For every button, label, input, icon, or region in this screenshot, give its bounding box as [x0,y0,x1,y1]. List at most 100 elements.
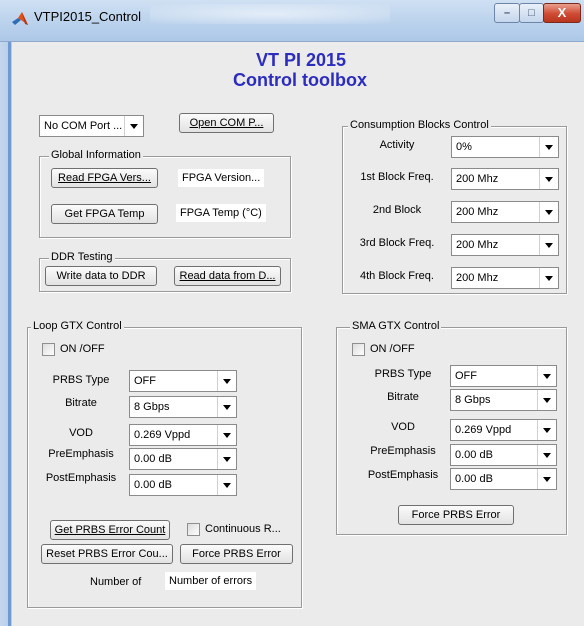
number-of-errors-readout: Number of errors [165,572,257,590]
chevron-down-icon [537,390,556,410]
loop-force-prbs-error-button[interactable]: Force PRBS Error [180,544,293,564]
com-port-select[interactable]: No COM Port ... [39,115,144,137]
sma-gtx-title: SMA GTX Control [350,320,442,332]
loop-bitrate-label: Bitrate [65,397,97,409]
chevron-down-icon [537,366,556,386]
matlab-logo-icon [11,10,29,28]
sma-force-prbs-error-label: Force PRBS Error [411,509,501,521]
sma-prbs-type-label: PRBS Type [374,368,432,380]
loop-vod-value: 0.269 Vppd [134,429,191,441]
block3-freq-label: 3rd Block Freq. [359,237,435,249]
loop-postemphasis-label: PostEmphasis [45,472,117,484]
chevron-down-icon [537,420,556,440]
chevron-down-icon [539,268,558,288]
sma-gtx-onoff-checkbox[interactable] [352,343,365,356]
chevron-down-icon [217,475,236,495]
loop-gtx-onoff-checkbox[interactable] [42,343,55,356]
sma-preemphasis-value: 0.00 dB [455,449,493,461]
sma-vod-value: 0.269 Vppd [455,424,512,436]
loop-force-prbs-error-label: Force PRBS Error [192,548,281,560]
block1-freq-label: 1st Block Freq. [360,171,434,183]
read-fpga-version-button[interactable]: Read FPGA Vers... [51,168,158,188]
minimize-button[interactable]: – [494,3,520,23]
loop-postemphasis-value: 0.00 dB [134,479,172,491]
write-ddr-button[interactable]: Write data to DDR [45,266,157,286]
block3-freq-select[interactable]: 200 Mhz [451,234,559,256]
sma-vod-select[interactable]: 0.269 Vppd [450,419,557,441]
loop-vod-select[interactable]: 0.269 Vppd [129,424,237,446]
maximize-icon: □ [528,7,535,19]
loop-bitrate-select[interactable]: 8 Gbps [129,396,237,418]
sma-postemphasis-value: 0.00 dB [455,473,493,485]
sma-bitrate-select[interactable]: 8 Gbps [450,389,557,411]
loop-preemphasis-select[interactable]: 0.00 dB [129,448,237,470]
title-bar-glow [150,4,390,24]
block3-freq-value: 200 Mhz [456,239,499,251]
write-ddr-label: Write data to DDR [56,270,146,282]
sma-force-prbs-error-button[interactable]: Force PRBS Error [398,505,514,525]
activity-value: 0% [456,141,472,153]
get-prbs-error-count-button[interactable]: Get PRBS Error Count [50,520,170,540]
get-fpga-temp-label: Get FPGA Temp [64,208,145,220]
loop-gtx-title: Loop GTX Control [31,320,124,332]
open-com-port-label: Open COM P... [189,117,264,129]
chevron-down-icon [217,371,236,391]
block4-freq-value: 200 Mhz [456,272,499,284]
reset-prbs-error-count-button[interactable]: Reset PRBS Error Cou... [41,544,173,564]
fpga-version-readout: FPGA Version... [178,169,265,187]
chevron-down-icon [539,169,558,189]
sma-prbs-type-select[interactable]: OFF [450,365,557,387]
block1-freq-select[interactable]: 200 Mhz [451,168,559,190]
global-information-title: Global Information [49,149,143,161]
sma-preemphasis-label: PreEmphasis [370,445,436,457]
loop-prbs-type-label: PRBS Type [52,374,110,386]
chevron-down-icon [539,202,558,222]
sma-gtx-onoff-label: ON /OFF [370,343,415,355]
continuous-read-label: Continuous R... [205,523,281,535]
activity-select[interactable]: 0% [451,136,559,158]
chevron-down-icon [217,397,236,417]
reset-prbs-error-count-label: Reset PRBS Error Cou... [46,548,168,560]
window-left-border-line [8,42,11,626]
loop-preemphasis-value: 0.00 dB [134,453,172,465]
chevron-down-icon [217,425,236,445]
sma-bitrate-value: 8 Gbps [455,394,491,406]
page-subtitle-clip: Control toolbox [190,70,410,88]
read-ddr-label: Read data from D... [179,270,276,282]
open-com-port-button[interactable]: Open COM P... [179,113,274,133]
sma-prbs-type-value: OFF [455,370,477,382]
fpga-temp-readout: FPGA Temp (°C) [176,204,266,222]
activity-label: Activity [379,139,415,151]
sma-vod-label: VOD [391,421,415,433]
block2-freq-value: 200 Mhz [456,206,499,218]
block4-freq-select[interactable]: 200 Mhz [451,267,559,289]
loop-postemphasis-select[interactable]: 0.00 dB [129,474,237,496]
chevron-down-icon [124,116,143,136]
chevron-down-icon [537,469,556,489]
get-fpga-temp-button[interactable]: Get FPGA Temp [51,204,158,224]
loop-vod-label: VOD [69,427,93,439]
loop-preemphasis-label: PreEmphasis [48,448,114,460]
read-ddr-button[interactable]: Read data from D... [174,266,281,286]
loop-prbs-type-select[interactable]: OFF [129,370,237,392]
loop-bitrate-value: 8 Gbps [134,401,170,413]
read-fpga-version-label: Read FPGA Vers... [58,172,151,184]
ddr-testing-title: DDR Testing [49,251,115,263]
get-prbs-error-count-label: Get PRBS Error Count [54,524,166,536]
maximize-button[interactable]: □ [519,3,544,23]
minimize-icon: – [503,7,511,19]
block4-freq-label: 4th Block Freq. [360,270,434,282]
window-title: VTPI2015_Control [34,9,141,24]
block2-freq-select[interactable]: 200 Mhz [451,201,559,223]
sma-postemphasis-select[interactable]: 0.00 dB [450,468,557,490]
close-icon: X [557,5,567,20]
page-title: VT PI 2015 [255,50,347,70]
loop-prbs-type-value: OFF [134,375,156,387]
sma-postemphasis-label: PostEmphasis [367,469,439,481]
block1-freq-value: 200 Mhz [456,173,499,185]
chevron-down-icon [217,449,236,469]
continuous-read-checkbox[interactable] [187,523,200,536]
sma-preemphasis-select[interactable]: 0.00 dB [450,444,557,466]
close-button[interactable]: X [543,3,581,23]
loop-gtx-onoff-label: ON /OFF [60,343,105,355]
